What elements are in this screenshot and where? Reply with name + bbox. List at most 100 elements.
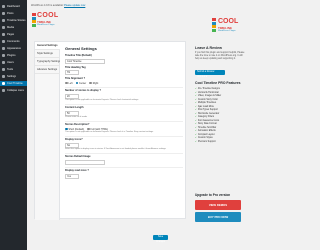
pro-feature-item: Premium Support	[195, 141, 247, 145]
read-more-label: Display read more ?	[65, 169, 89, 173]
notice-text: WordPress 4.9.8 is available!	[31, 4, 64, 7]
update-notice: WordPress 4.9.8 is available! Please upd…	[31, 4, 191, 8]
display-icons-help: Select this option to display icons in s…	[65, 148, 167, 151]
radio-label: Center	[79, 81, 87, 85]
sidebar-item-plugins[interactable]: Plugins	[0, 53, 27, 58]
title-heading-label: Title Heading Tag	[65, 65, 86, 69]
view-demos-button[interactable]: VIEW DEMOS	[195, 200, 241, 210]
story-content-label: Stories Description?	[65, 123, 90, 127]
admin-sidebar: Dashboard Posts Timeline Stories Media Pages…	[0, 0, 27, 250]
menu-icon	[2, 89, 5, 92]
menu-icon	[2, 54, 5, 57]
divider	[65, 120, 183, 122]
menu-icon	[2, 19, 5, 22]
sidebar-item-label: Pages	[7, 33, 15, 36]
pro-logo-text-cool: COOL	[218, 18, 239, 25]
pro-features-title: Cool Timeline PRO Features	[195, 81, 241, 85]
review-title: Leave A Review	[195, 46, 222, 50]
menu-icon	[2, 12, 5, 15]
divider	[65, 103, 183, 105]
tab-typography-settings[interactable]: Typography Settings	[35, 58, 60, 66]
submit-review-button[interactable]: Submit a Review ★★★★★	[195, 70, 225, 78]
content-length-field: Content Length 50 Please enter no of wor…	[65, 106, 183, 119]
timeline-title-input[interactable]: Cool Timeline	[65, 58, 105, 64]
logo-text-plugin: WordPress Plugin	[37, 24, 55, 26]
update-now-link[interactable]: Please update now	[64, 4, 85, 7]
radio-dot-icon[interactable]	[65, 81, 68, 85]
cool-timeline-logo: COOL TIMELINE WordPress Plugin	[32, 12, 58, 34]
pro-logo-blocks-icon	[212, 18, 216, 32]
title-heading-select[interactable]: H1	[65, 70, 79, 75]
tab-advance-settings[interactable]: Advance Settings	[35, 66, 60, 74]
title-heading-field: Title Heading Tag H1	[65, 65, 183, 75]
settings-panel: General Settings Style Settings Typography…	[34, 41, 186, 220]
menu-icon	[2, 75, 5, 78]
sidebar-item-collapse-menu[interactable]: Collapse menu	[0, 88, 27, 93]
alignment-radios: Left Center Right	[65, 82, 183, 85]
sidebar-item-pages[interactable]: Pages	[0, 32, 27, 37]
radio-dot-icon[interactable]	[75, 81, 78, 85]
sidebar-item-label: Media	[7, 26, 15, 29]
settings-tabs: General Settings Style Settings Typography…	[35, 42, 60, 220]
default-image-field: Stories Default Image	[65, 155, 183, 165]
read-more-field: Display read more ? Yes	[65, 169, 183, 179]
sidebar-item-label: Comments	[7, 40, 20, 43]
sidebar-item-label: Users	[7, 61, 14, 64]
sidebar-item-users[interactable]: Users	[0, 60, 27, 65]
content-length-label: Content Length	[65, 106, 84, 110]
read-more-select[interactable]: Yes	[65, 173, 79, 179]
sidebar-item-tools[interactable]: Tools	[0, 67, 27, 72]
sidebar-item-label: Settings	[7, 75, 17, 78]
tab-style-settings[interactable]: Style Settings	[35, 50, 60, 58]
posts-number-field: Number of stories to display ? 20 This o…	[65, 89, 183, 102]
title-alignment-label: Title Alignment ?	[65, 77, 86, 80]
pro-logo: COOL TIMELINE WordPress Plugin	[212, 18, 242, 42]
pro-features-list: 40+ Timeline DesignsVertical & Horizonta…	[195, 88, 247, 144]
menu-icon	[2, 61, 5, 64]
section-title: General Settings	[65, 46, 97, 51]
sidebar-item-dashboard[interactable]: Dashboard	[0, 4, 27, 9]
menu-icon	[2, 47, 5, 50]
menu-icon	[2, 68, 5, 71]
radio-label: Right	[92, 81, 99, 85]
content-length-help: Please enter no of words	[65, 116, 88, 119]
sidebar-item-label: Dashboard	[7, 5, 20, 8]
sidebar-item-label: Posts	[7, 12, 14, 15]
menu-icon	[2, 5, 5, 8]
sidebar-item-media[interactable]: Media	[0, 25, 27, 30]
sidebar-item-label: Plugins	[7, 54, 16, 57]
sidebar-item-label: Collapse menu	[7, 89, 25, 92]
buy-pro-button[interactable]: BUY PRO NOW	[195, 212, 241, 222]
alignment-radio-left[interactable]: Left	[65, 82, 73, 85]
pro-logo-text-plugin: WordPress Plugin	[218, 30, 236, 32]
save-changes-button[interactable]: Save Changes	[153, 235, 168, 243]
posts-number-label: Number of stories to display ?	[65, 89, 101, 92]
review-text: If you find this plugin and support help…	[195, 52, 245, 60]
alignment-radio-center[interactable]: Center	[75, 81, 87, 85]
radio-dot-icon[interactable]	[89, 81, 92, 85]
menu-icon	[2, 33, 5, 36]
sidebar-item-timeline-stories[interactable]: Timeline Stories	[0, 18, 27, 23]
alignment-radio-right[interactable]: Right	[89, 82, 98, 85]
menu-icon	[2, 82, 5, 85]
menu-icon	[2, 26, 5, 29]
sidebar-item-comments[interactable]: Comments	[0, 39, 27, 44]
logo-blocks-icon	[32, 13, 36, 27]
title-alignment-field: Title Alignment ? Left Center Right	[65, 77, 183, 85]
sidebar-item-label: Timeline Stories	[7, 19, 26, 22]
sidebar-item-appearance[interactable]: Appearance	[0, 46, 27, 51]
story-content-help: This option is not applicable on horizon…	[65, 131, 154, 134]
sidebar-item-cool-timeline[interactable]: Cool Timeline	[0, 81, 27, 86]
timeline-title-field: Timeline Title (Default) Cool Timeline	[65, 54, 183, 64]
story-content-field: Stories Description? Short (Default) Full…	[65, 123, 183, 134]
content-length-input[interactable]: 50	[65, 110, 79, 116]
display-icons-field: Display Icons? No Select this option to …	[65, 138, 183, 151]
posts-number-input[interactable]: 20	[65, 93, 79, 99]
default-image-input[interactable]	[65, 159, 105, 165]
tab-general-settings[interactable]: General Settings	[35, 42, 60, 50]
divider	[65, 152, 183, 154]
sidebar-item-label: Appearance	[7, 47, 21, 50]
sidebar-item-settings[interactable]: Settings	[0, 74, 27, 79]
default-image-label: Stories Default Image	[65, 155, 91, 159]
sidebar-item-posts[interactable]: Posts	[0, 11, 27, 16]
